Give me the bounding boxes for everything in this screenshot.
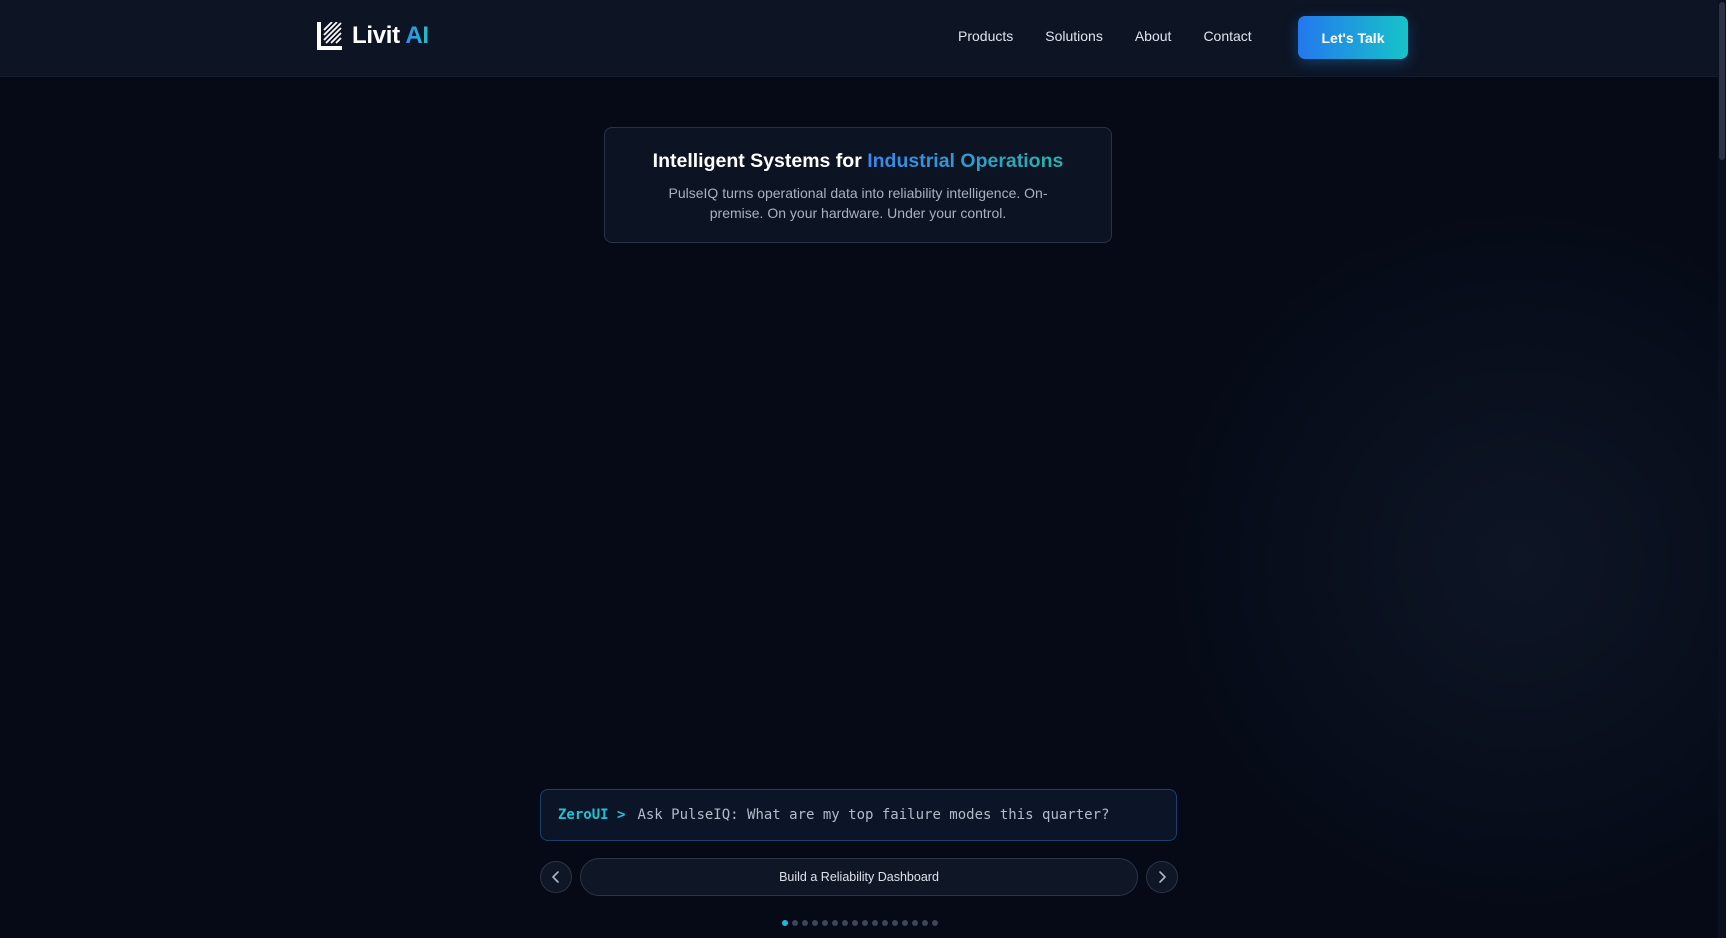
logo-accent: AI [405, 22, 429, 49]
nav-item-contact[interactable]: Contact [1203, 28, 1251, 44]
carousel-dot[interactable] [862, 920, 868, 926]
carousel-dot[interactable] [902, 920, 908, 926]
carousel-dot[interactable] [832, 920, 838, 926]
logo-text: Livit AI [352, 22, 429, 50]
hero-title-highlight: Industrial Operations [867, 150, 1064, 172]
hero-card: Intelligent Systems for Industrial Opera… [604, 127, 1112, 243]
carousel-dot[interactable] [932, 920, 938, 926]
carousel-dot[interactable] [802, 920, 808, 926]
hero-subtitle: PulseIQ turns operational data into reli… [668, 185, 1048, 221]
chevron-left-icon [552, 871, 559, 883]
nav-item-products[interactable]: Products [958, 28, 1013, 44]
page: Livit AI Products Solutions About Contac… [0, 0, 1726, 938]
carousel-dot[interactable] [882, 920, 888, 926]
prompt-label: ZeroUI > [558, 807, 626, 823]
carousel-dot[interactable] [872, 920, 878, 926]
logo-name: Livit [352, 22, 400, 49]
carousel-dot[interactable] [822, 920, 828, 926]
carousel-prev-button[interactable] [540, 861, 572, 893]
hero-title-prefix: Intelligent Systems for [652, 150, 862, 172]
carousel-dot[interactable] [912, 920, 918, 926]
carousel-dot[interactable] [842, 920, 848, 926]
carousel-dot[interactable] [922, 920, 928, 926]
hero-title: Intelligent Systems for Industrial Opera… [605, 150, 1111, 173]
carousel-dot[interactable] [792, 920, 798, 926]
chevron-right-icon [1159, 871, 1166, 883]
carousel-dot[interactable] [812, 920, 818, 926]
lets-talk-button[interactable]: Let's Talk [1298, 16, 1408, 59]
carousel-current-item[interactable]: Build a Reliability Dashboard [580, 858, 1138, 896]
nav-item-solutions[interactable]: Solutions [1045, 28, 1103, 44]
logo[interactable]: Livit AI [317, 22, 429, 50]
carousel-dot[interactable] [852, 920, 858, 926]
scrollbar-thumb[interactable] [1719, 2, 1725, 160]
logo-mark-icon [317, 22, 342, 50]
site-header: Livit AI Products Solutions About Contac… [0, 0, 1718, 77]
main-nav: Products Solutions About Contact [958, 28, 1284, 44]
carousel-dots [782, 920, 938, 926]
carousel-next-button[interactable] [1146, 861, 1178, 893]
nav-item-about[interactable]: About [1135, 28, 1172, 44]
zeroui-prompt-input[interactable]: ZeroUI > Ask PulseIQ: What are my top fa… [540, 789, 1177, 841]
carousel-dot[interactable] [892, 920, 898, 926]
carousel-dot[interactable] [782, 920, 788, 926]
prompt-text: Ask PulseIQ: What are my top failure mod… [637, 807, 1110, 823]
